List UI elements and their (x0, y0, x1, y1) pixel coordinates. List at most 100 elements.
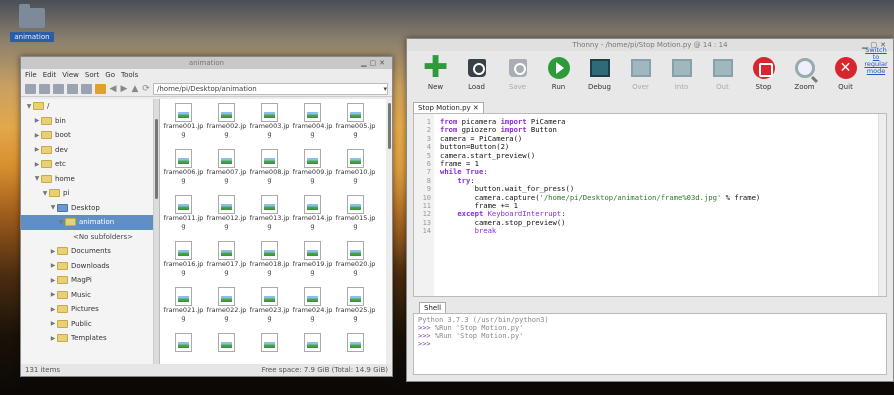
file-item[interactable]: frame022.jp g (205, 287, 248, 333)
file-item[interactable]: frame001.jp g (162, 103, 205, 149)
desktop-folder-animation[interactable]: animation (10, 4, 54, 42)
collapse-arrow-icon[interactable]: ▶ (49, 306, 57, 313)
quit-button[interactable]: ✕ Quit (825, 51, 866, 101)
tree-item-downloads[interactable]: ▶ Downloads (21, 259, 153, 274)
code-line[interactable]: break (440, 226, 878, 235)
expand-arrow-icon[interactable]: ▼ (57, 219, 65, 226)
code-line[interactable]: camera.stop_preview() (440, 218, 878, 227)
expand-arrow-icon[interactable]: ▼ (25, 103, 33, 110)
file-item[interactable] (162, 333, 205, 364)
tree-item-animation[interactable]: ▼ animation (21, 215, 153, 230)
collapse-arrow-icon[interactable]: ▶ (49, 335, 57, 342)
file-item[interactable]: frame004.jp g (291, 103, 334, 149)
file-item[interactable]: frame003.jp g (248, 103, 291, 149)
over-button[interactable]: Over (620, 51, 661, 101)
file-item[interactable] (291, 333, 334, 364)
collapse-arrow-icon[interactable]: ▶ (33, 132, 41, 139)
menu-item-view[interactable]: View (62, 71, 79, 79)
file-item[interactable]: frame002.jp g (205, 103, 248, 149)
tree-item-documents[interactable]: ▶ Documents (21, 244, 153, 259)
stop-button[interactable]: Stop (743, 51, 784, 101)
menu-item-sort[interactable]: Sort (85, 71, 99, 79)
code-line[interactable]: camera.start_preview() (440, 151, 878, 160)
into-button[interactable]: Into (661, 51, 702, 101)
collapse-arrow-icon[interactable]: ▶ (49, 320, 57, 327)
menu-item-file[interactable]: File (25, 71, 37, 79)
zoom-button[interactable]: Zoom (784, 51, 825, 101)
switch-mode-link[interactable]: Switch to regular mode (863, 47, 889, 75)
file-item[interactable]: frame012.jp g (205, 195, 248, 241)
back-arrow-icon[interactable]: ◀ (109, 84, 117, 94)
tree-item-magpi[interactable]: ▶ MagPi (21, 273, 153, 288)
collapse-arrow-icon[interactable]: ▶ (49, 248, 57, 255)
file-item[interactable]: frame017.jp g (205, 241, 248, 287)
file-item[interactable]: frame015.jp g (334, 195, 377, 241)
tree-item-templates[interactable]: ▶ Templates (21, 331, 153, 346)
compact-view-icon[interactable] (67, 83, 78, 94)
file-item[interactable] (205, 333, 248, 364)
expand-arrow-icon[interactable]: ▼ (33, 175, 41, 182)
collapse-arrow-icon[interactable]: ▶ (49, 291, 57, 298)
window-controls[interactable]: ▁▢✕ (361, 57, 388, 69)
collapse-arrow-icon[interactable]: ▶ (49, 262, 57, 269)
file-item[interactable]: frame020.jp g (334, 241, 377, 287)
tree-scroll-thumb[interactable] (155, 119, 158, 199)
collapse-arrow-icon[interactable]: ▶ (33, 117, 41, 124)
out-button[interactable]: Out (702, 51, 743, 101)
icon-view-icon[interactable] (39, 83, 50, 94)
file-item[interactable]: frame009.jp g (291, 149, 334, 195)
tree-item-music[interactable]: ▶ Music (21, 288, 153, 303)
load-button[interactable]: Load (456, 51, 497, 101)
file-item[interactable]: frame014.jp g (291, 195, 334, 241)
reload-icon[interactable]: ⟳ (142, 84, 150, 94)
thumbnail-view-icon[interactable] (53, 83, 64, 94)
file-item[interactable]: frame018.jp g (248, 241, 291, 287)
file-item[interactable]: frame010.jp g (334, 149, 377, 195)
tree-item-pi[interactable]: ▼ pi (21, 186, 153, 201)
file-item[interactable]: frame007.jp g (205, 149, 248, 195)
tree-item-dev[interactable]: ▶ dev (21, 143, 153, 158)
collapse-arrow-icon[interactable]: ▶ (33, 146, 41, 153)
expand-arrow-icon[interactable]: ▼ (41, 190, 49, 197)
file-item[interactable]: frame021.jp g (162, 287, 205, 333)
tree-item-home[interactable]: ▼ home (21, 172, 153, 187)
file-item[interactable]: frame019.jp g (291, 241, 334, 287)
shell-console[interactable]: Python 3.7.3 (/usr/bin/python3) >>> %Run … (413, 313, 887, 375)
save-button[interactable]: Save (497, 51, 538, 101)
tree-item-public[interactable]: ▶ Public (21, 317, 153, 332)
file-item[interactable]: frame016.jp g (162, 241, 205, 287)
file-item[interactable]: frame024.jp g (291, 287, 334, 333)
tree-item-pictures[interactable]: ▶ Pictures (21, 302, 153, 317)
file-item[interactable] (248, 333, 291, 364)
code-area[interactable]: from picamera import PiCamera from gpioze… (434, 114, 878, 296)
collapse-arrow-icon[interactable]: ▶ (33, 161, 41, 168)
chevron-down-icon[interactable]: ▾ (383, 84, 387, 94)
tree-item-bin[interactable]: ▶ bin (21, 114, 153, 129)
debug-button[interactable]: Debug (579, 51, 620, 101)
path-input[interactable]: /home/pi/Desktop/animation ▾ (153, 82, 388, 95)
menu-item-go[interactable]: Go (105, 71, 115, 79)
file-item[interactable]: frame023.jp g (248, 287, 291, 333)
home-icon[interactable] (95, 83, 106, 94)
code-line[interactable]: while True: (440, 167, 878, 176)
tree-item-[interactable]: ▼ / (21, 99, 153, 114)
code-editor[interactable]: 1 2 3 4 5 6 7 8 9 10 11 12 13 14 from picamera import… (413, 113, 887, 297)
list-view-icon[interactable] (81, 83, 92, 94)
menu-item-tools[interactable]: Tools (121, 71, 138, 79)
tree-item-desktop[interactable]: ▼ Desktop (21, 201, 153, 216)
menu-item-edit[interactable]: Edit (43, 71, 57, 79)
run-button[interactable]: Run (538, 51, 579, 101)
file-item[interactable]: frame008.jp g (248, 149, 291, 195)
tree-item-etc[interactable]: ▶ etc (21, 157, 153, 172)
new-button[interactable]: ✚ New (415, 51, 456, 101)
forward-arrow-icon[interactable]: ▶ (120, 84, 128, 94)
collapse-arrow-icon[interactable]: ▶ (49, 277, 57, 284)
editor-scrollbar[interactable] (878, 114, 886, 296)
file-item[interactable]: frame025.jp g (334, 287, 377, 333)
up-arrow-icon[interactable]: ▲ (131, 84, 139, 94)
tree-item-boot[interactable]: ▶ boot (21, 128, 153, 143)
tab-stop-motion[interactable]: Stop Motion.py ✕ (413, 102, 484, 113)
new-tab-icon[interactable] (25, 83, 36, 94)
file-item[interactable]: frame013.jp g (248, 195, 291, 241)
file-item[interactable]: frame005.jp g (334, 103, 377, 149)
